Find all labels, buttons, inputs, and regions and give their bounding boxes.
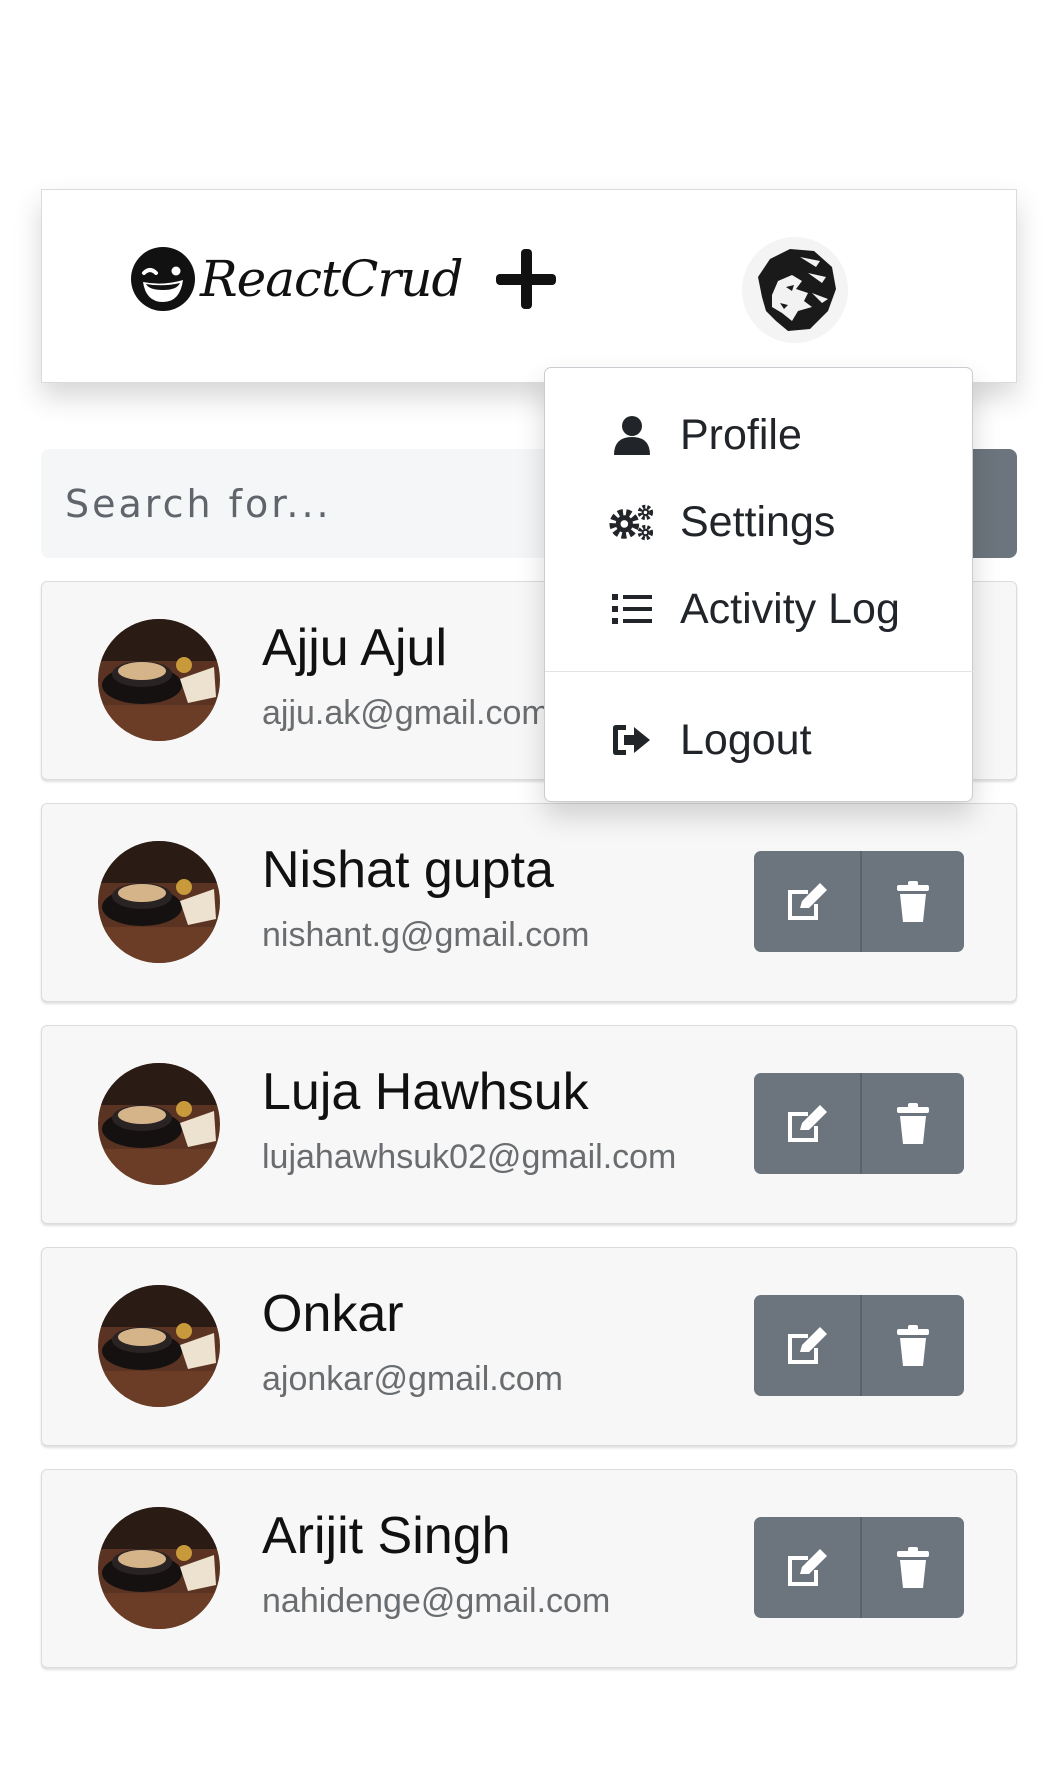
menu-item-label: Activity Log: [680, 584, 900, 633]
edit-button[interactable]: [754, 1517, 862, 1618]
user-email: ajju.ak@gmail.com: [262, 694, 550, 732]
delete-button[interactable]: [861, 1295, 964, 1396]
delete-button[interactable]: [861, 1073, 964, 1174]
navbar: ReactCrud: [41, 189, 1017, 383]
user-card: Arijit Singh nahidenge@gmail.com: [41, 1469, 1017, 1668]
list-icon: [609, 586, 655, 632]
menu-item-profile[interactable]: Profile: [545, 400, 974, 470]
menu-item-label: Logout: [680, 715, 812, 764]
user-name: Onkar: [262, 1285, 404, 1343]
action-buttons: [754, 1073, 964, 1174]
edit-icon: [787, 882, 827, 920]
user-name: Nishat gupta: [262, 841, 554, 899]
delete-button[interactable]: [861, 1517, 964, 1618]
trash-icon: [896, 1102, 929, 1144]
delete-button[interactable]: [861, 851, 964, 952]
user-card: Luja Hawhsuk lujahawhsuk02@gmail.com: [41, 1025, 1017, 1224]
user-name: Arijit Singh: [262, 1507, 511, 1565]
action-buttons: [754, 1517, 964, 1618]
menu-item-settings[interactable]: Settings: [545, 487, 974, 557]
plus-icon[interactable]: [494, 247, 558, 311]
menu-item-label: Profile: [680, 410, 802, 459]
logout-icon: [609, 717, 655, 763]
user-email: nishant.g@gmail.com: [262, 916, 590, 954]
edit-button[interactable]: [754, 851, 862, 952]
user-name: Ajju Ajul: [262, 619, 447, 677]
coffee-avatar: [98, 619, 220, 741]
edit-icon: [787, 1326, 827, 1364]
user-email: nahidenge@gmail.com: [262, 1582, 611, 1620]
menu-item-activity-log[interactable]: Activity Log: [545, 574, 974, 644]
edit-button[interactable]: [754, 1073, 862, 1174]
user-email: ajonkar@gmail.com: [262, 1360, 563, 1398]
coffee-avatar: [98, 841, 220, 963]
trash-icon: [896, 1546, 929, 1588]
user-dropdown-menu: Profile Settings Activity Log Logout: [544, 367, 974, 802]
cogs-icon: [609, 499, 655, 545]
user-icon: [609, 412, 655, 458]
lion-avatar-icon: [758, 249, 836, 331]
brand-logo[interactable]: ReactCrud: [130, 244, 464, 314]
user-card: Nishat gupta nishant.g@gmail.com: [41, 803, 1017, 1002]
menu-divider: [545, 671, 974, 672]
coffee-avatar: [98, 1507, 220, 1629]
trash-icon: [896, 1324, 929, 1366]
action-buttons: [754, 851, 964, 952]
edit-icon: [787, 1548, 827, 1586]
action-buttons: [754, 1295, 964, 1396]
edit-icon: [787, 1104, 827, 1142]
edit-button[interactable]: [754, 1295, 862, 1396]
winking-face-icon: [131, 247, 195, 311]
coffee-avatar: [98, 1063, 220, 1185]
coffee-avatar: [98, 1285, 220, 1407]
user-card: Onkar ajonkar@gmail.com: [41, 1247, 1017, 1446]
menu-item-logout[interactable]: Logout: [545, 705, 974, 775]
user-email: lujahawhsuk02@gmail.com: [262, 1138, 677, 1176]
menu-item-label: Settings: [680, 497, 836, 546]
brand-name: ReactCrud: [200, 250, 464, 308]
user-avatar[interactable]: [742, 237, 848, 343]
user-name: Luja Hawhsuk: [262, 1063, 589, 1121]
trash-icon: [896, 880, 929, 922]
